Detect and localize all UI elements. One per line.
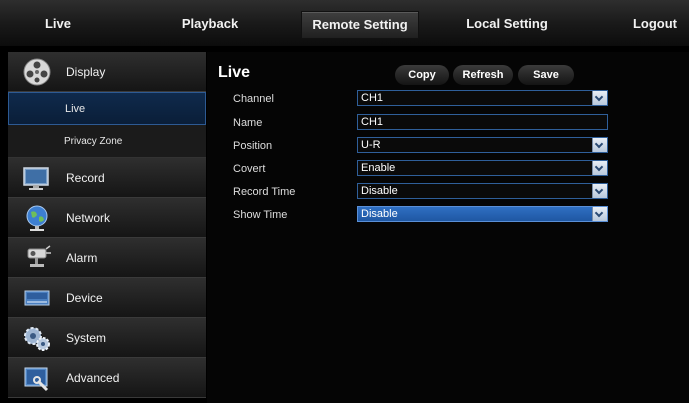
name-label: Name [233,117,263,129]
chevron-down-icon[interactable] [592,184,607,198]
globe-icon [26,205,48,231]
channel-select[interactable]: CH1 [357,90,608,106]
record-time-value: Disable [361,185,398,197]
record-time-select[interactable]: Disable [357,183,608,199]
sidebar-item-label: System [66,331,107,345]
position-value: U-R [361,139,381,151]
chevron-down-icon[interactable] [592,91,607,105]
save-button[interactable]: Save [518,65,574,85]
camera-alarm-icon [27,245,51,267]
sidebar-item-advanced[interactable]: Advanced [8,358,206,398]
record-time-label: Record Time [233,186,296,198]
sidebar-item-record[interactable]: Record [8,158,206,198]
position-select[interactable]: U-R [357,137,608,153]
sidebar-item-system[interactable]: System [8,318,206,358]
tab-remote-setting[interactable]: Remote Setting [301,11,419,39]
name-input[interactable]: CH1 [357,114,608,130]
sidebar-item-network[interactable]: Network [8,198,206,238]
show-time-label: Show Time [233,209,288,221]
refresh-button[interactable]: Refresh [453,65,513,85]
hard-drive-icon [24,290,50,306]
sidebar-item-display[interactable]: Display [8,52,206,92]
sidebar-item-label: Network [66,211,111,225]
sidebar-subitem-live[interactable]: Live [8,92,206,125]
sidebar-subitem-privacy-zone[interactable]: Privacy Zone [8,125,206,158]
settings-panel: Live Copy Refresh Save Channel CH1 Name … [207,52,689,403]
covert-value: Enable [361,162,396,174]
covert-label: Covert [233,163,266,175]
show-time-value: Disable [361,208,398,220]
chevron-down-icon[interactable] [592,138,607,152]
sidebar-item-label: Record [66,171,105,185]
position-label: Position [233,140,273,152]
tab-playback[interactable]: Playback [165,11,255,37]
copy-button[interactable]: Copy [395,65,449,85]
channel-value: CH1 [361,92,384,104]
page-title: Live [218,64,251,81]
sidebar-item-label: Device [66,291,103,305]
name-value: CH1 [361,116,384,128]
sidebar-item-label: Advanced [66,371,120,385]
chevron-down-icon[interactable] [592,161,607,175]
show-time-select[interactable]: Disable [357,206,608,222]
sidebar-item-device[interactable]: Device [8,278,206,318]
channel-label: Channel [233,93,274,105]
tab-live[interactable]: Live [18,11,98,37]
tab-local-setting[interactable]: Local Setting [448,11,566,37]
sidebar-item-label: Display [66,65,106,79]
top-nav: Live Playback Remote Setting Local Setti… [0,0,689,47]
sidebar-item-label: Alarm [66,251,98,265]
chevron-down-icon[interactable] [592,207,607,221]
monitor-icon [23,167,49,190]
covert-select[interactable]: Enable [357,160,608,176]
sidebar: Display Live Privacy Zone Record Network [8,52,206,403]
gears-icon [24,327,50,351]
advanced-settings-icon [24,367,49,392]
film-reel-icon [23,58,51,86]
tab-logout[interactable]: Logout [622,11,688,37]
sidebar-item-alarm[interactable]: Alarm [8,238,206,278]
